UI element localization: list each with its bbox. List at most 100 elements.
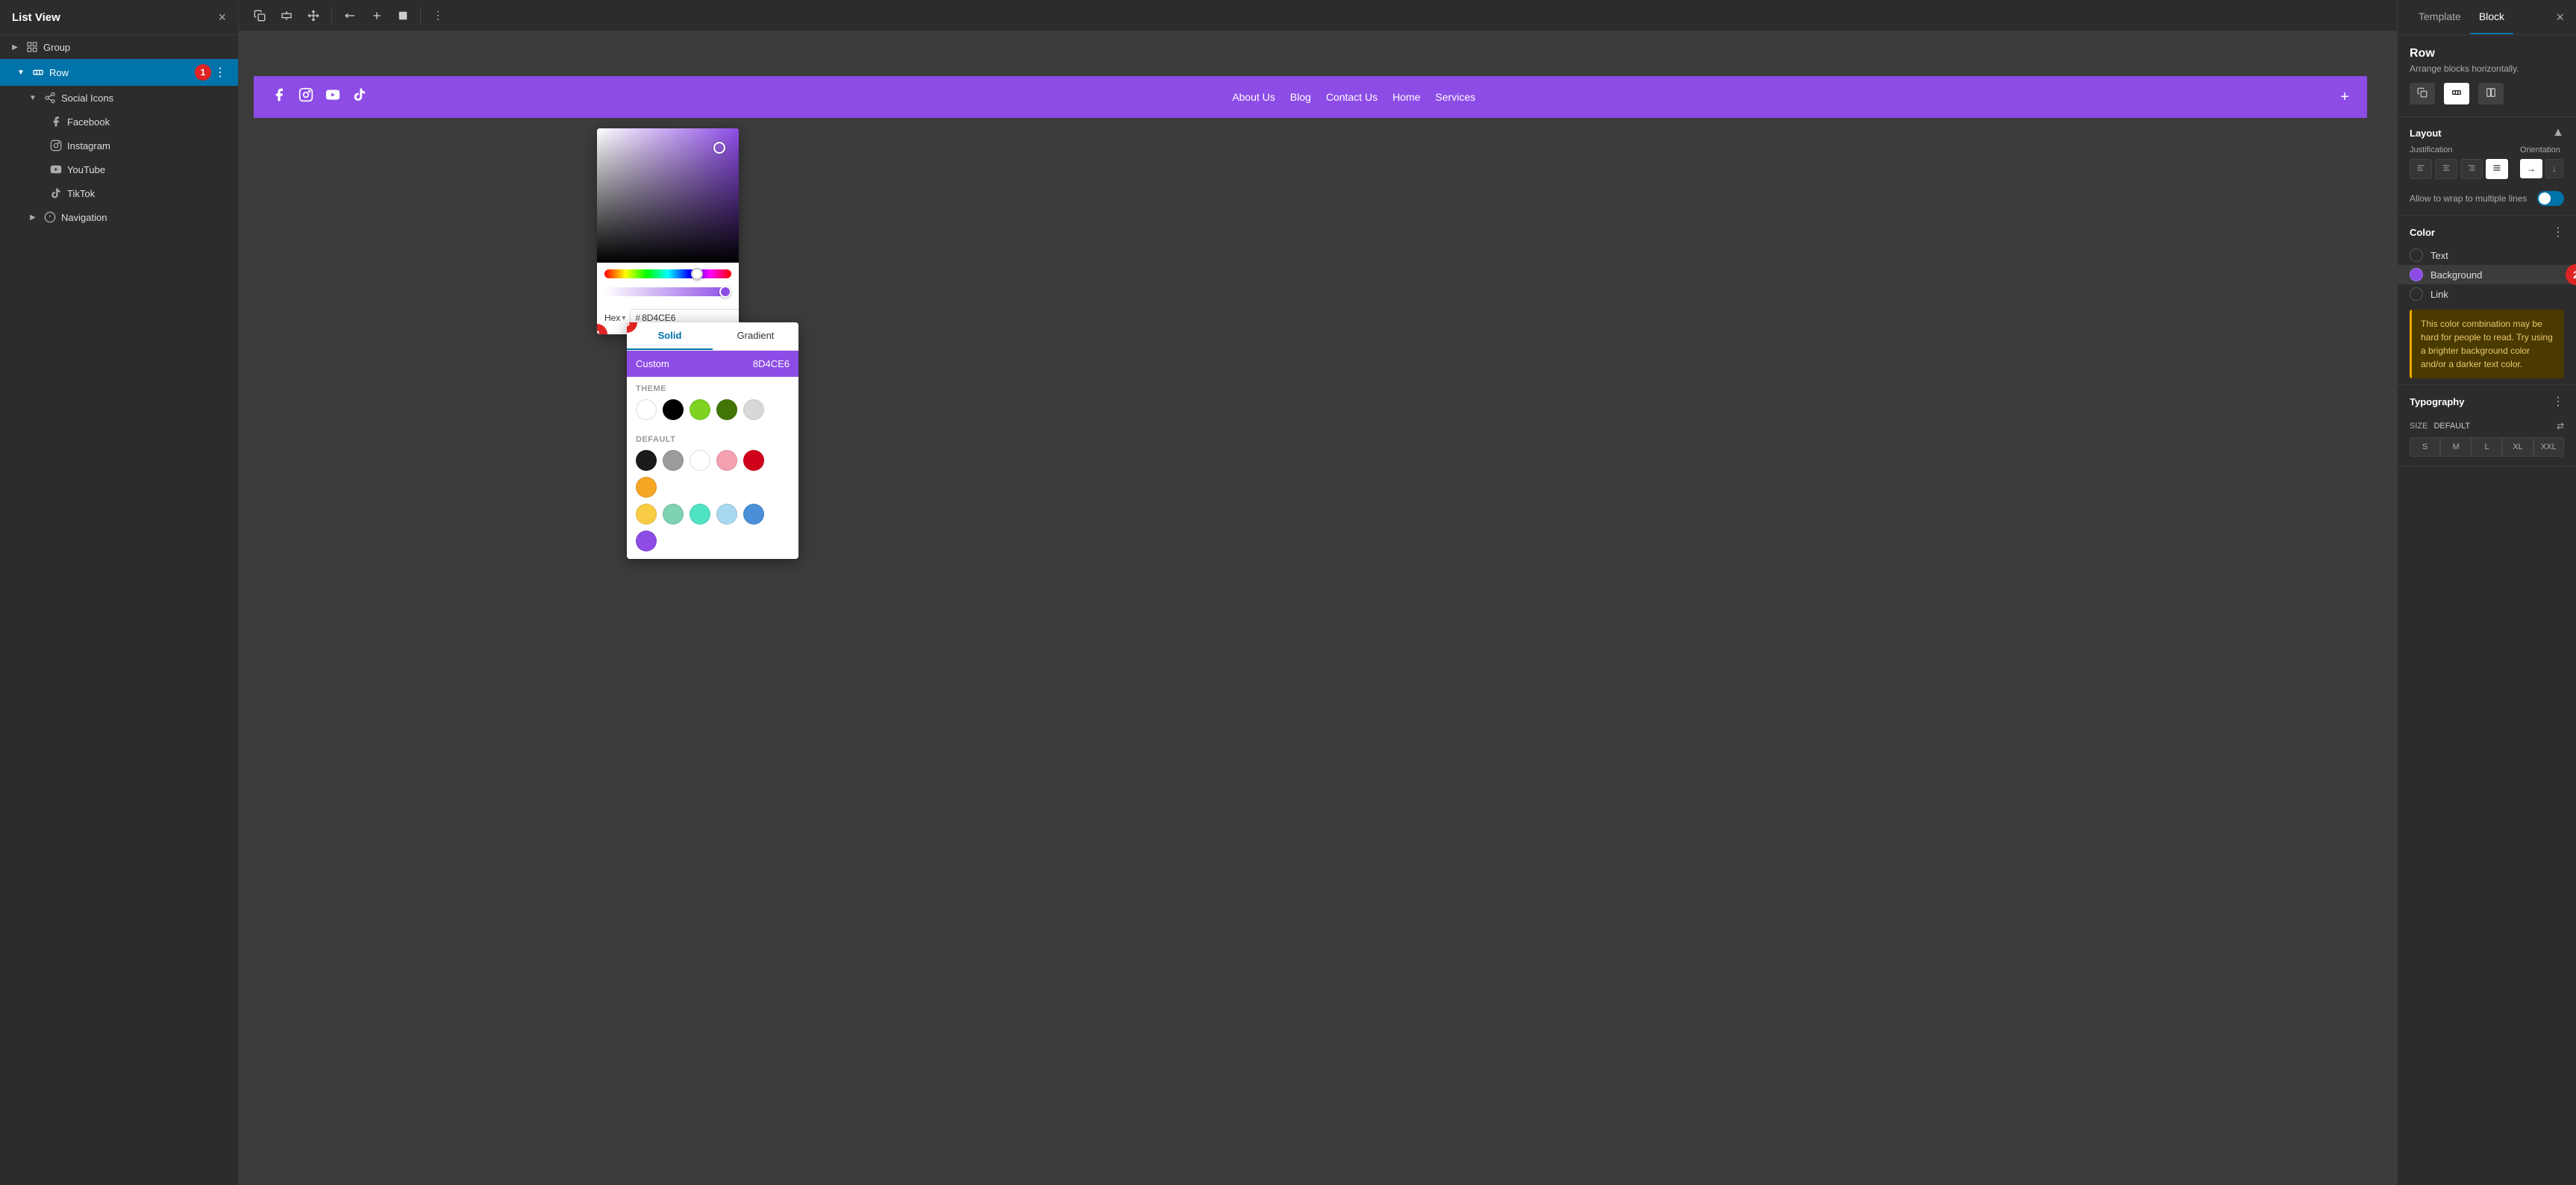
justify-center-button[interactable] [2435, 159, 2457, 179]
add-block-button[interactable] [365, 5, 389, 26]
default-swatches-row2 [636, 504, 790, 551]
tree-item-tiktok[interactable]: TikTok [0, 181, 238, 205]
chevron-down-icon: ▾ [622, 314, 625, 322]
size-xxl-button[interactable]: XXL [2533, 437, 2564, 457]
text-color-row[interactable]: Text [2398, 246, 2576, 265]
swatch-def-pink[interactable] [716, 450, 737, 471]
group-icon [25, 40, 39, 54]
list-view-title: List View [12, 11, 60, 24]
orientation-vertical-button[interactable]: ↓ [2545, 159, 2563, 178]
hex-value-input[interactable] [642, 313, 739, 323]
default-swatches-row1 [636, 450, 790, 498]
align-left-button[interactable] [338, 5, 362, 26]
close-right-panel-button[interactable]: × [2556, 10, 2564, 25]
justify-left-button[interactable] [2410, 159, 2432, 179]
nav-home[interactable]: Home [1392, 91, 1420, 103]
swatch-def-orange[interactable] [636, 477, 657, 498]
swatch-def-green[interactable] [690, 504, 710, 525]
swatch-black[interactable] [663, 399, 684, 420]
justify-right-button[interactable] [2460, 159, 2483, 179]
typography-section-options[interactable]: ⋮ [2552, 394, 2564, 409]
more-options-button[interactable]: ⋮ [427, 4, 449, 26]
color-section-header: Color ⋮ [2398, 216, 2576, 246]
orientation-label: Orientation [2520, 146, 2564, 154]
custom-color-row[interactable]: Custom 8D4CE6 [627, 351, 798, 377]
right-panel-tabs: Template Block [2410, 0, 2513, 34]
custom-hex-value: 8D4CE6 [753, 358, 790, 369]
tree-item-facebook[interactable]: Facebook [0, 110, 238, 134]
nav-contact[interactable]: Contact Us [1326, 91, 1378, 103]
wrap-label: Allow to wrap to multiple lines [2410, 193, 2527, 204]
wrap-toggle[interactable] [2537, 191, 2564, 206]
size-l-button[interactable]: L [2472, 437, 2502, 457]
block-layout-icons [2410, 83, 2564, 104]
color-section-options[interactable]: ⋮ [2552, 225, 2564, 240]
move-button[interactable] [301, 5, 325, 26]
link-color-row[interactable]: Link [2398, 284, 2576, 304]
swatch-white[interactable] [636, 399, 657, 420]
justify-full-button[interactable] [2486, 159, 2508, 179]
align-center-button[interactable] [275, 5, 298, 26]
nav-blog[interactable]: Blog [1290, 91, 1311, 103]
background-color-row[interactable]: Background 2 [2398, 265, 2576, 284]
block-title: Row [2410, 47, 2564, 60]
chevron-down-icon: ▼ [15, 66, 27, 78]
solid-tab[interactable]: Solid [627, 322, 713, 350]
row-layout-button[interactable] [2444, 83, 2469, 104]
nav-links-container: About Us Blog Contact Us Home Services [1232, 91, 1475, 103]
hex-hash: # [635, 313, 640, 323]
row-label: Row [49, 67, 190, 78]
main-content: ⋮ About Us Blog Con [239, 0, 2397, 1185]
size-s-button[interactable]: S [2410, 437, 2440, 457]
duplicate-button[interactable] [248, 5, 272, 26]
gradient-tab[interactable]: Gradient [713, 322, 798, 350]
size-reset-button[interactable]: ⇄ [2557, 421, 2564, 431]
swatch-light-gray[interactable] [743, 399, 764, 420]
nav-services[interactable]: Services [1435, 91, 1475, 103]
swatch-dark-green[interactable] [716, 399, 737, 420]
row-options-button[interactable]: ⋮ [211, 65, 229, 80]
tree-item-instagram[interactable]: Instagram [0, 134, 238, 157]
swatch-lime[interactable] [690, 399, 710, 420]
right-panel-header: Template Block × [2398, 0, 2576, 35]
swatch-def-light-blue[interactable] [716, 504, 737, 525]
site-header: About Us Blog Contact Us Home Services + [254, 76, 2367, 118]
tree-item-row[interactable]: ▼ Row 1 ⋮ [0, 59, 238, 86]
youtube-social-icon [325, 87, 340, 107]
swatch-def-blue[interactable] [743, 504, 764, 525]
split-layout-button[interactable] [2478, 83, 2504, 104]
hex-format-dropdown[interactable]: Hex ▾ [604, 313, 625, 323]
default-label: DEFAULT [636, 435, 790, 444]
swatch-def-black[interactable] [636, 450, 657, 471]
add-block-plus-button[interactable]: + [2340, 89, 2349, 106]
canvas-area: About Us Blog Contact Us Home Services + [239, 31, 2397, 1185]
tree-item-youtube[interactable]: YouTube [0, 157, 238, 181]
color-gradient-canvas[interactable] [597, 128, 739, 263]
tree-item-social-icons[interactable]: ▼ Social Icons [0, 86, 238, 110]
block-tab[interactable]: Block [2470, 0, 2513, 34]
size-label: SIZE [2410, 422, 2427, 431]
gradient-picker-handle[interactable] [713, 142, 725, 154]
youtube-icon [49, 163, 63, 176]
swatch-def-gray[interactable] [663, 450, 684, 471]
hue-slider[interactable] [604, 269, 731, 278]
swatch-def-white[interactable] [690, 450, 710, 471]
close-list-view-button[interactable]: × [218, 10, 226, 24]
duplicate-layout-button[interactable] [2410, 83, 2435, 104]
size-xl-button[interactable]: XL [2502, 437, 2533, 457]
orientation-horizontal-button[interactable]: → [2520, 159, 2542, 178]
alpha-slider[interactable] [604, 287, 731, 296]
tree-item-navigation[interactable]: ▶ Navigation [0, 205, 238, 229]
background-button[interactable] [392, 6, 414, 25]
layout-section-title: Layout [2410, 128, 2442, 139]
template-tab[interactable]: Template [2410, 0, 2470, 34]
tree-item-group[interactable]: ▶ Group [0, 35, 238, 59]
layout-section-toggle[interactable]: ▲ [2552, 126, 2564, 140]
nav-about[interactable]: About Us [1232, 91, 1275, 103]
swatch-def-teal[interactable] [663, 504, 684, 525]
swatch-def-red[interactable] [743, 450, 764, 471]
swatch-def-yellow[interactable] [636, 504, 657, 525]
swatch-def-purple[interactable] [636, 531, 657, 551]
size-m-button[interactable]: M [2440, 437, 2471, 457]
block-description: Arrange blocks horizontally. [2410, 63, 2564, 74]
